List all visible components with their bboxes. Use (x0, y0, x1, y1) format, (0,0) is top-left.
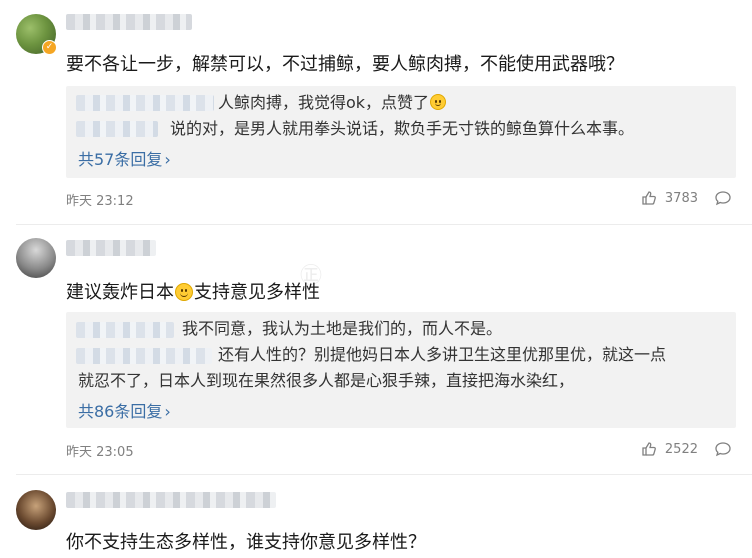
timestamp: 昨天 23:12 (66, 194, 134, 209)
comment-bubble-icon[interactable] (714, 190, 732, 206)
view-more-replies-link[interactable]: 共86条回复 › (78, 398, 171, 422)
reply-username-redacted[interactable] (76, 121, 158, 137)
reply-box: 人鲸肉搏，我觉得ok，点赞了 说的对，是男人就用拳头说话，欺负手无寸铁的鲸鱼算什… (66, 86, 736, 178)
reply-text: 人鲸肉搏，我觉得ok，点赞了 (218, 93, 430, 112)
avatar[interactable] (16, 238, 56, 278)
verified-badge-icon: ✓ (42, 40, 57, 55)
chevron-right-icon: › (164, 150, 171, 169)
smile-emoji-icon (175, 283, 193, 301)
like-button[interactable]: 3783 (641, 190, 698, 206)
comment-text: 你不支持生态多样性，谁支持你意见多样性？ (66, 532, 426, 553)
username-redacted[interactable] (66, 492, 276, 508)
thumbs-up-icon (642, 191, 656, 205)
reply-text: 还有人性的？别提他妈日本人多讲卫生这里优那里优，就这一点 (218, 345, 667, 364)
reply-box: 我不同意，我认为土地是我们的，而人不是。 还有人性的？别提他妈日本人多讲卫生这里… (66, 312, 736, 428)
divider (16, 474, 752, 475)
like-button[interactable]: 2522 (641, 441, 698, 457)
reply-username-redacted[interactable] (76, 95, 214, 111)
comment-text: 建议轰炸日本 支持意见多样性 (66, 278, 320, 304)
reply-text: 说的对，是男人就用拳头说话，欺负手无寸铁的鲸鱼算什么本事。 (170, 119, 635, 138)
username-redacted[interactable] (66, 240, 156, 256)
comment-1: ✓ 要不各让一步，解禁可以，不过捕鲸，要人鲸肉搏，不能使用武器哦？ 人鲸肉搏，我… (0, 0, 752, 218)
doge-emoji-icon (430, 94, 447, 110)
comment-text-part: 支持意见多样性 (194, 282, 320, 303)
more-replies-label: 共86条回复 (78, 402, 163, 421)
more-replies-label: 共57条回复 (78, 150, 163, 169)
comment-bubble-icon[interactable] (714, 441, 732, 457)
username-redacted[interactable] (66, 14, 192, 30)
like-count: 2522 (664, 441, 698, 457)
reply-line: 人鲸肉搏，我觉得ok，点赞了 (218, 92, 447, 114)
comment-text-part: 建议轰炸日本 (66, 282, 174, 303)
view-more-replies-link[interactable]: 共57条回复 › (78, 146, 171, 170)
reply-text: 我不同意，我认为土地是我们的，而人不是。 (182, 319, 503, 338)
comment-2: 建议轰炸日本 支持意见多样性 我不同意，我认为土地是我们的，而人不是。 还有人性的… (0, 226, 752, 470)
reply-username-redacted[interactable] (76, 348, 212, 364)
timestamp: 昨天 23:05 (66, 445, 134, 460)
comment-text: 要不各让一步，解禁可以，不过捕鲸，要人鲸肉搏，不能使用武器哦？ (66, 54, 624, 75)
thumbs-up-icon (642, 442, 656, 456)
avatar[interactable] (16, 490, 56, 530)
chevron-right-icon: › (164, 402, 171, 421)
reply-text-continuation: 就忍不了，日本人到现在果然很多人都是心狠手辣，直接把海水染红， (78, 371, 575, 390)
comment-3: 你不支持生态多样性，谁支持你意见多样性？ (0, 476, 752, 558)
like-count: 3783 (664, 190, 698, 206)
reply-username-redacted[interactable] (76, 322, 174, 338)
divider (16, 224, 752, 225)
